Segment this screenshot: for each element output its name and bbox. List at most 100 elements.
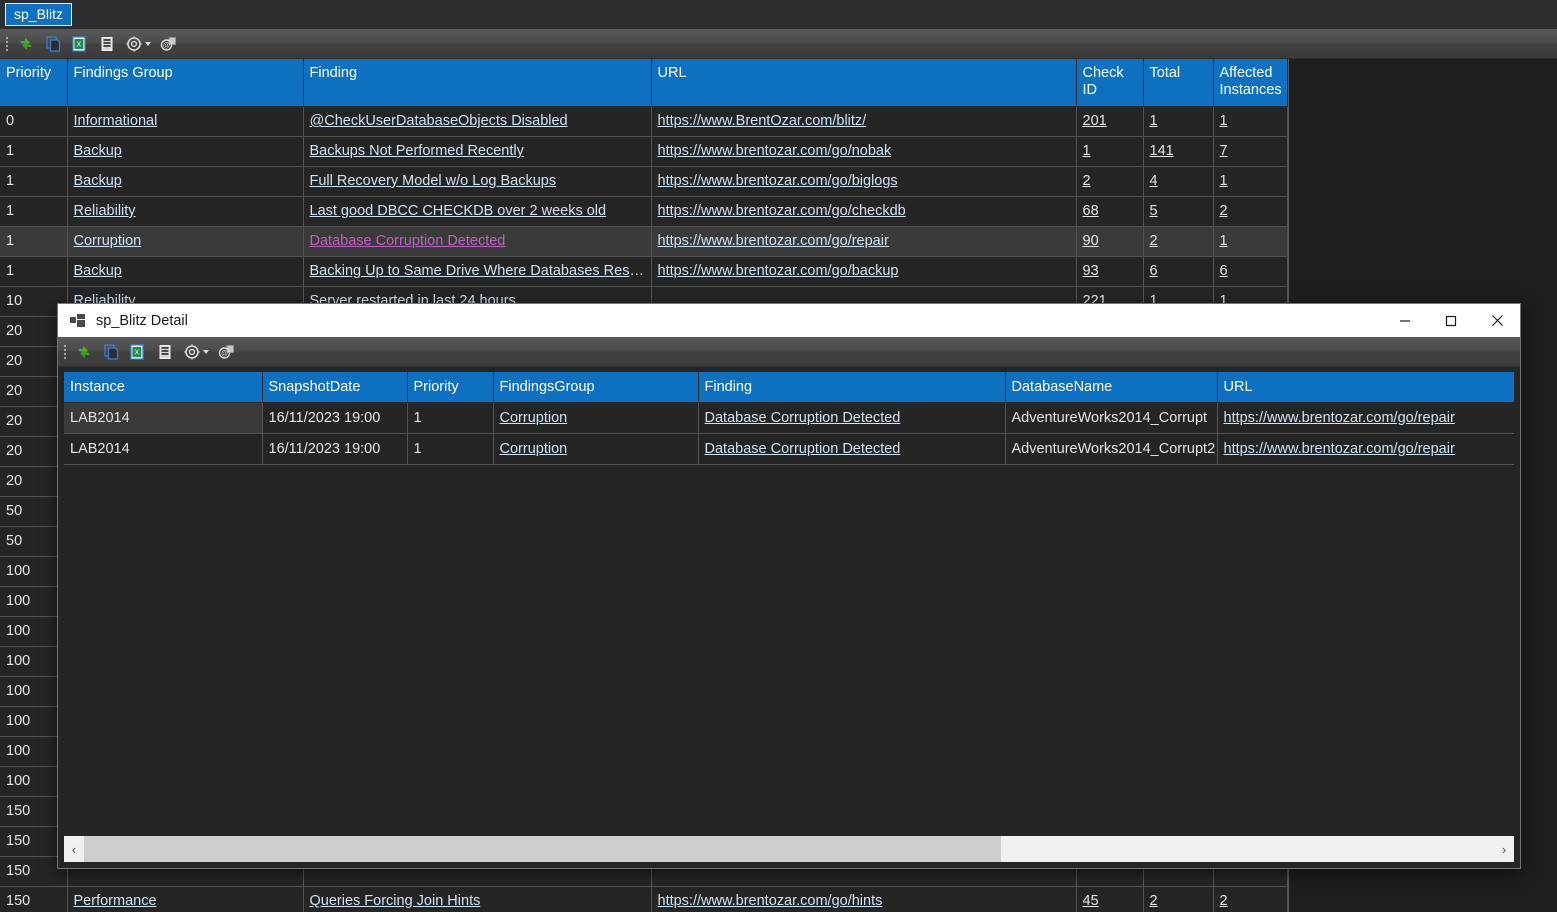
cell-affected-instances[interactable]: 2 xyxy=(1213,887,1287,912)
cell-findings-group-link[interactable]: Informational xyxy=(74,113,158,129)
dialog-copy-icon[interactable] xyxy=(98,340,124,364)
cell-check-id[interactable]: 201 xyxy=(1076,107,1143,137)
detail-column-header-databasename[interactable]: DatabaseName xyxy=(1005,372,1217,403)
detail-table-row[interactable]: LAB201416/11/2023 19:001CorruptionDataba… xyxy=(64,403,1514,434)
refresh-icon[interactable] xyxy=(13,32,39,56)
sp-blitz-detail-dialog[interactable]: sp_Blitz Detail xyxy=(57,303,1521,869)
detail-column-header-findingsgroup[interactable]: FindingsGroup xyxy=(493,372,698,403)
column-header-total[interactable]: Total xyxy=(1143,59,1213,107)
column-header-findings-group[interactable]: Findings Group xyxy=(67,59,303,107)
cell-check-id[interactable]: 90 xyxy=(1076,227,1143,257)
cell-check-id-link[interactable]: 1 xyxy=(1083,143,1091,159)
table-row[interactable]: 1BackupBackups Not Performed Recentlyhtt… xyxy=(0,137,1287,167)
detail-cell-finding-link[interactable]: Database Corruption Detected xyxy=(705,441,901,457)
cell-findings-group[interactable]: Performance xyxy=(67,887,303,912)
cell-affected-instances[interactable]: 1 xyxy=(1213,167,1287,197)
cell-url-link[interactable]: https://www.brentozar.com/go/repair xyxy=(658,233,889,249)
dialog-grid-view-icon[interactable] xyxy=(152,340,178,364)
cell-finding[interactable]: Last good DBCC CHECKDB over 2 weeks old xyxy=(303,197,651,227)
dialog-settings-gear-icon[interactable] xyxy=(179,340,213,364)
minimize-button[interactable] xyxy=(1382,304,1428,337)
cell-total[interactable]: 6 xyxy=(1143,257,1213,287)
detail-table-row[interactable]: LAB201416/11/2023 19:001CorruptionDataba… xyxy=(64,434,1514,465)
cell-findings-group[interactable]: Informational xyxy=(67,107,303,137)
cell-affected-instances-link[interactable]: 1 xyxy=(1220,173,1228,189)
cell-url-link[interactable]: https://www.brentozar.com/go/biglogs xyxy=(658,173,898,189)
cell-findings-group-link[interactable]: Performance xyxy=(74,893,157,909)
cell-finding-link[interactable]: Backups Not Performed Recently xyxy=(310,143,524,159)
cell-findings-group-link[interactable]: Backup xyxy=(74,263,122,279)
excel-export-icon[interactable]: X xyxy=(67,32,93,56)
detail-cell-finding[interactable]: Database Corruption Detected xyxy=(698,403,1005,434)
cell-url[interactable]: https://www.brentozar.com/go/checkdb xyxy=(651,197,1076,227)
detail-cell-url-link[interactable]: https://www.brentozar.com/go/repair xyxy=(1224,441,1455,457)
cell-check-id[interactable]: 93 xyxy=(1076,257,1143,287)
cell-url-link[interactable]: https://www.BrentOzar.com/blitz/ xyxy=(658,113,867,129)
cell-affected-instances-link[interactable]: 1 xyxy=(1220,233,1228,249)
cell-url[interactable]: https://www.brentozar.com/go/repair xyxy=(651,227,1076,257)
table-row[interactable]: 150PerformanceQueries Forcing Join Hints… xyxy=(0,887,1287,912)
cell-check-id[interactable]: 2 xyxy=(1076,167,1143,197)
detail-column-header-finding[interactable]: Finding xyxy=(698,372,1005,403)
cell-affected-instances-link[interactable]: 7 xyxy=(1220,143,1228,159)
dialog-excel-export-icon[interactable]: X xyxy=(125,340,151,364)
cell-url-link[interactable]: https://www.brentozar.com/go/checkdb xyxy=(658,203,906,219)
cell-check-id-link[interactable]: 90 xyxy=(1083,233,1099,249)
cell-affected-instances[interactable]: 6 xyxy=(1213,257,1287,287)
cell-findings-group[interactable]: Corruption xyxy=(67,227,303,257)
cell-finding[interactable]: Full Recovery Model w/o Log Backups xyxy=(303,167,651,197)
close-button[interactable] xyxy=(1474,304,1520,337)
dialog-title-bar[interactable]: sp_Blitz Detail xyxy=(58,304,1520,337)
cell-finding[interactable]: Queries Forcing Join Hints xyxy=(303,887,651,912)
cell-total[interactable]: 1 xyxy=(1143,107,1213,137)
detail-cell-finding-link[interactable]: Database Corruption Detected xyxy=(705,410,901,426)
cell-check-id[interactable]: 45 xyxy=(1076,887,1143,912)
cell-check-id-link[interactable]: 68 xyxy=(1083,203,1099,219)
cell-total-link[interactable]: 6 xyxy=(1150,263,1158,279)
cell-total[interactable]: 2 xyxy=(1143,887,1213,912)
cell-check-id-link[interactable]: 2 xyxy=(1083,173,1091,189)
detail-cell-findingsgroup[interactable]: Corruption xyxy=(493,434,698,465)
cell-finding-link[interactable]: Full Recovery Model w/o Log Backups xyxy=(310,173,557,189)
cell-check-id-link[interactable]: 93 xyxy=(1083,263,1099,279)
cell-affected-instances[interactable]: 7 xyxy=(1213,137,1287,167)
detail-cell-findingsgroup[interactable]: Corruption xyxy=(493,403,698,434)
table-row[interactable]: 0Informational@CheckUserDatabaseObjects … xyxy=(0,107,1287,137)
detail-cell-finding[interactable]: Database Corruption Detected xyxy=(698,434,1005,465)
toolbar-grip[interactable] xyxy=(4,35,10,53)
cell-total-link[interactable]: 141 xyxy=(1150,143,1174,159)
dialog-toolbar-grip[interactable] xyxy=(62,343,68,361)
detail-cell-url[interactable]: https://www.brentozar.com/go/repair xyxy=(1217,403,1514,434)
cell-finding-link[interactable]: @CheckUserDatabaseObjects Disabled xyxy=(310,113,568,129)
chevron-down-icon[interactable] xyxy=(145,42,151,46)
cell-total[interactable]: 2 xyxy=(1143,227,1213,257)
cell-finding[interactable]: Database Corruption Detected xyxy=(303,227,651,257)
dialog-email-results-icon[interactable]: @ xyxy=(214,340,240,364)
cell-finding-link[interactable]: Queries Forcing Join Hints xyxy=(310,893,481,909)
detail-cell-url[interactable]: https://www.brentozar.com/go/repair xyxy=(1217,434,1514,465)
scrollbar-thumb[interactable] xyxy=(84,836,1001,862)
cell-affected-instances-link[interactable]: 1 xyxy=(1220,113,1228,129)
cell-total-link[interactable]: 2 xyxy=(1150,233,1158,249)
cell-finding-link[interactable]: Last good DBCC CHECKDB over 2 weeks old xyxy=(310,203,607,219)
cell-url[interactable]: https://www.brentozar.com/go/backup xyxy=(651,257,1076,287)
cell-check-id-link[interactable]: 45 xyxy=(1083,893,1099,909)
cell-url[interactable]: https://www.brentozar.com/go/hints xyxy=(651,887,1076,912)
cell-finding[interactable]: Backing Up to Same Drive Where Databases… xyxy=(303,257,651,287)
cell-url[interactable]: https://www.brentozar.com/go/nobak xyxy=(651,137,1076,167)
grid-view-icon[interactable] xyxy=(94,32,120,56)
cell-url[interactable]: https://www.brentozar.com/go/biglogs xyxy=(651,167,1076,197)
cell-finding[interactable]: Backups Not Performed Recently xyxy=(303,137,651,167)
column-header-finding[interactable]: Finding xyxy=(303,59,651,107)
cell-findings-group[interactable]: Reliability xyxy=(67,197,303,227)
cell-url-link[interactable]: https://www.brentozar.com/go/hints xyxy=(658,893,883,909)
cell-total-link[interactable]: 4 xyxy=(1150,173,1158,189)
cell-total[interactable]: 4 xyxy=(1143,167,1213,197)
cell-finding[interactable]: @CheckUserDatabaseObjects Disabled xyxy=(303,107,651,137)
cell-affected-instances-link[interactable]: 6 xyxy=(1220,263,1228,279)
cell-check-id[interactable]: 1 xyxy=(1076,137,1143,167)
cell-url-link[interactable]: https://www.brentozar.com/go/nobak xyxy=(658,143,892,159)
tab-sp-blitz[interactable]: sp_Blitz xyxy=(5,3,72,26)
column-header-priority[interactable]: Priority xyxy=(0,59,67,107)
cell-total-link[interactable]: 2 xyxy=(1150,893,1158,909)
